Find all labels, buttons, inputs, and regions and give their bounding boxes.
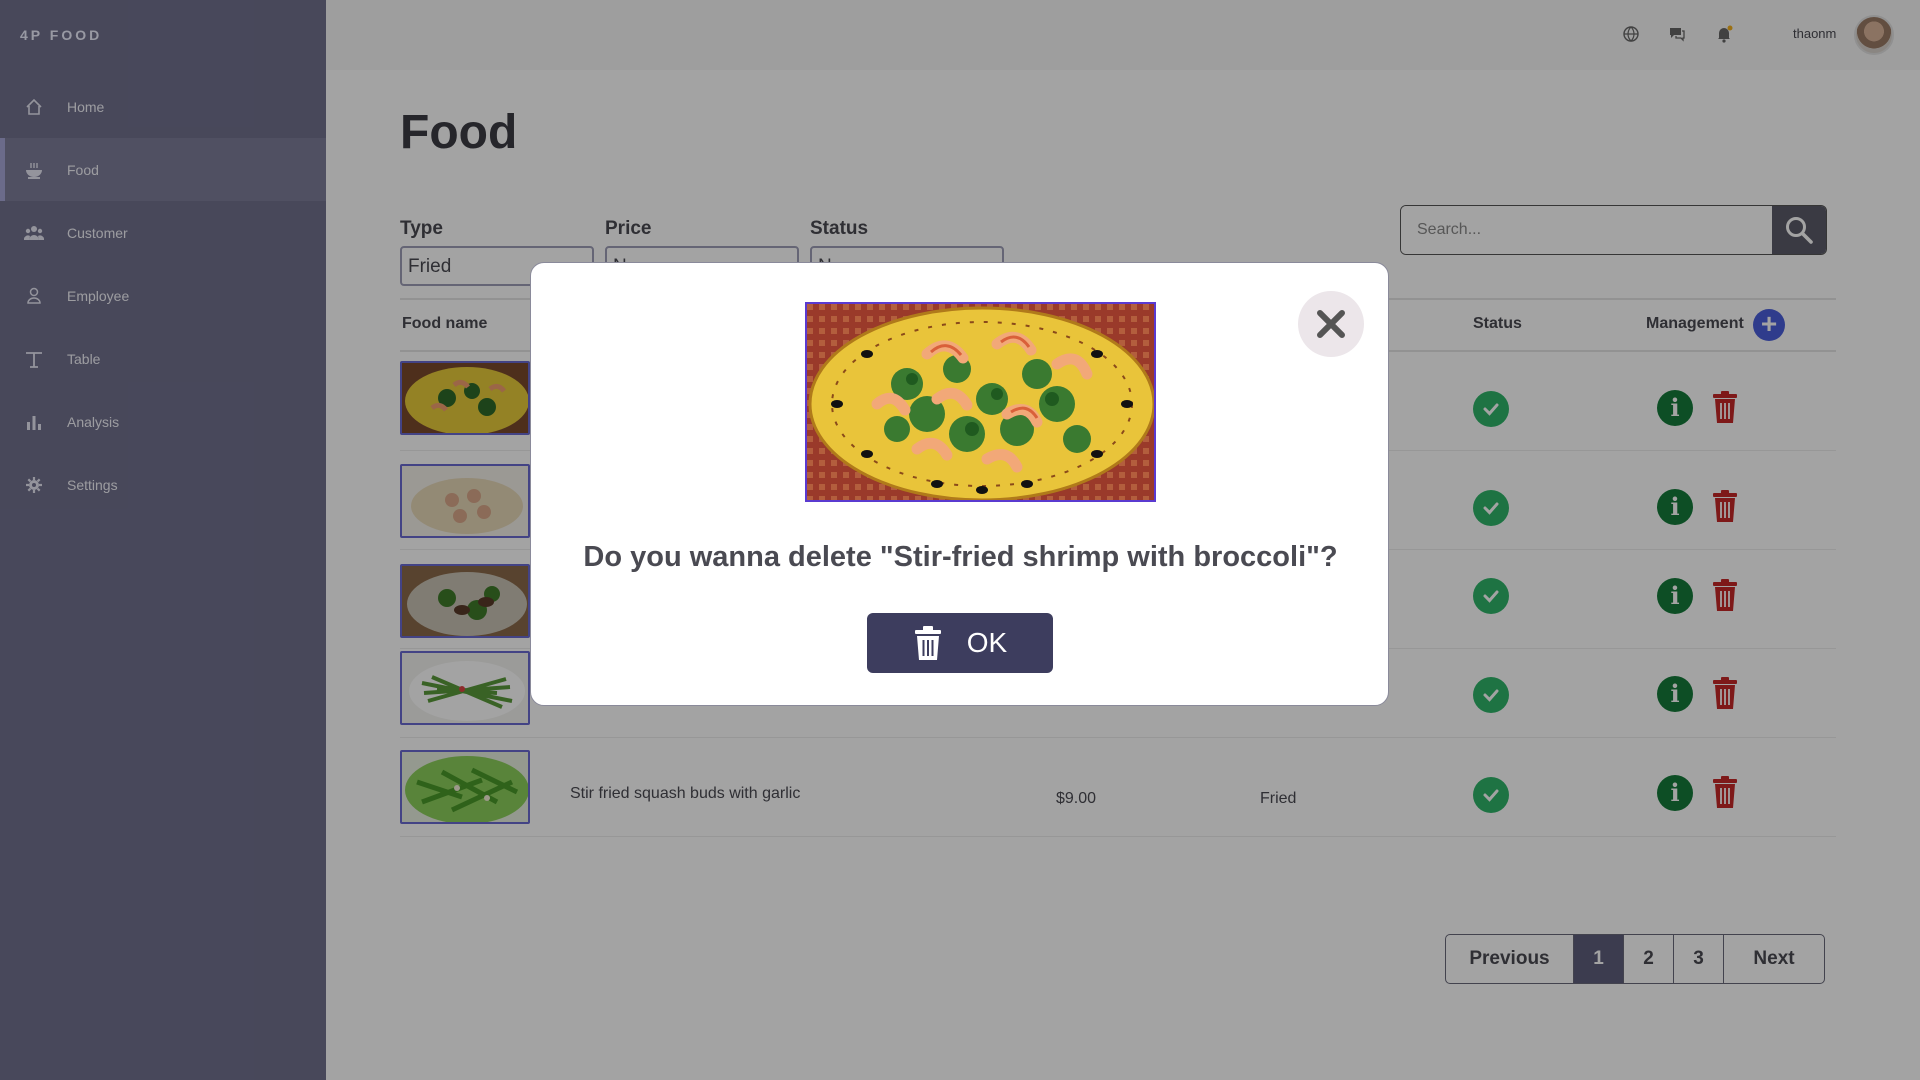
food-image — [805, 302, 1156, 502]
close-button[interactable] — [1298, 291, 1364, 357]
confirm-message: Do you wanna delete "Stir-fried shrimp w… — [583, 541, 1338, 573]
ok-label: OK — [966, 627, 1008, 658]
trash-icon — [913, 626, 943, 660]
close-icon — [1317, 310, 1345, 338]
delete-confirm-dialog: Do you wanna delete "Stir-fried shrimp w… — [530, 262, 1389, 706]
ok-delete-button[interactable]: OK — [867, 613, 1053, 673]
